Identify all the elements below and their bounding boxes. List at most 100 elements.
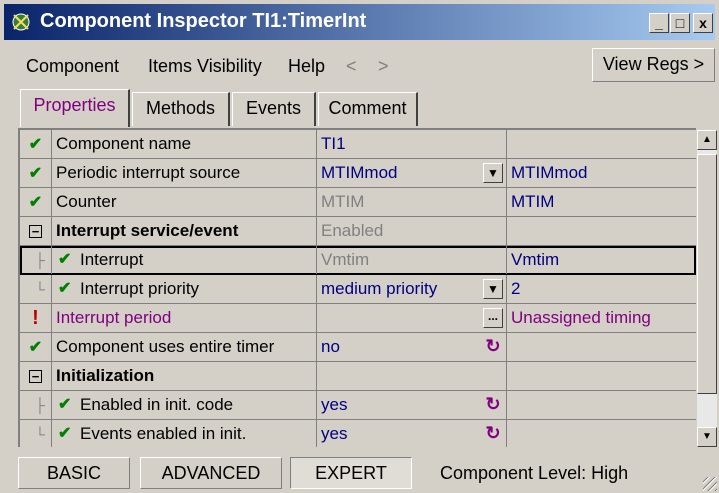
scroll-thumb[interactable] — [697, 154, 717, 394]
property-row[interactable]: └ ✔ Interrupt priority medium priority ▼… — [20, 275, 696, 304]
property-extra: MTIMmod — [511, 163, 588, 182]
property-row[interactable]: ✔ Component name TI1 — [20, 130, 696, 159]
nav-forward-button[interactable]: > — [378, 56, 389, 77]
check-icon: ✔ — [58, 425, 72, 442]
property-name: Counter — [52, 188, 317, 216]
property-extra: Unassigned timing — [511, 308, 651, 327]
window-title: Component Inspector TI1:TimerInt — [40, 10, 367, 32]
property-value[interactable]: TI1 — [317, 130, 507, 158]
dropdown-arrow-icon[interactable]: ▼ — [483, 279, 503, 299]
toggle-value-icon[interactable]: ↻ — [483, 395, 503, 415]
property-extra: 2 — [511, 279, 521, 298]
status-cell[interactable]: − — [20, 217, 52, 245]
menu-bar: Component Items Visibility Help < > View… — [0, 44, 719, 86]
status-cell: ✔ — [20, 130, 52, 158]
scroll-down-button[interactable]: ▼ — [697, 427, 717, 447]
tab-events[interactable]: Events — [232, 92, 316, 126]
status-cell: ✔ — [20, 159, 52, 187]
property-name: Interrupt service/event — [52, 217, 317, 245]
check-icon: ✔ — [28, 136, 43, 153]
property-name: ✔ Enabled in init. code — [52, 391, 317, 419]
property-value[interactable]: yes ↻ — [317, 391, 507, 419]
property-name-text: Interrupt — [80, 250, 144, 269]
scroll-up-button[interactable]: ▲ — [697, 130, 717, 150]
maximize-button[interactable]: □ — [670, 13, 690, 33]
property-extra — [507, 217, 696, 245]
property-name-text: Events enabled in init. — [80, 424, 247, 443]
tab-methods[interactable]: Methods — [132, 92, 230, 126]
menu-help[interactable]: Help — [288, 56, 325, 77]
status-cell: ├ — [20, 391, 52, 419]
status-cell: └ — [20, 275, 52, 303]
property-row[interactable]: ✔ Counter MTIM MTIM — [20, 188, 696, 217]
view-regs-button[interactable]: View Regs > — [592, 48, 715, 82]
property-row[interactable]: ✔ Periodic interrupt source MTIMmod ▼ MT… — [20, 159, 696, 188]
check-icon: ✔ — [28, 194, 43, 211]
property-group-row[interactable]: − Initialization — [20, 362, 696, 391]
property-name: Interrupt period — [52, 304, 317, 332]
toggle-value-icon[interactable]: ↻ — [483, 424, 503, 444]
vertical-scrollbar[interactable]: ▲ ▼ — [697, 130, 717, 447]
property-extra — [507, 362, 696, 390]
property-name: ✔ Events enabled in init. — [52, 420, 317, 447]
tab-methods-label: Methods — [145, 98, 216, 118]
property-name: Periodic interrupt source — [52, 159, 317, 187]
status-cell[interactable]: − — [20, 362, 52, 390]
level-bar: BASIC ADVANCED EXPERT Component Level: H… — [0, 451, 719, 493]
check-icon: ✔ — [58, 396, 72, 413]
property-value-text: no — [321, 337, 340, 356]
title-bar[interactable]: Component Inspector TI1:TimerInt _ □ x — [4, 4, 715, 40]
ellipsis-button[interactable]: ... — [483, 308, 503, 328]
component-level-status: Component Level: High — [440, 463, 629, 483]
property-row[interactable]: ├ ✔ Interrupt Vmtim Vmtim — [20, 246, 696, 275]
property-name: Initialization — [52, 362, 317, 390]
property-value[interactable]: ... — [317, 304, 507, 332]
property-value[interactable]: yes ↻ — [317, 420, 507, 447]
property-row[interactable]: ✔ Component uses entire timer no ↻ — [20, 333, 696, 362]
property-row[interactable]: ├ ✔ Enabled in init. code yes ↻ — [20, 391, 696, 420]
properties-grid: ✔ Component name TI1 ✔ Periodic interrup… — [18, 128, 696, 447]
property-value[interactable]: no ↻ — [317, 333, 507, 361]
component-app-icon — [12, 13, 30, 31]
menu-items-visibility[interactable]: Items Visibility — [148, 56, 262, 77]
property-row[interactable]: └ ✔ Events enabled in init. yes ↻ — [20, 420, 696, 447]
toggle-value-icon[interactable]: ↻ — [483, 337, 503, 357]
property-name: Component uses entire timer — [52, 333, 317, 361]
property-value: Enabled — [317, 217, 507, 245]
property-name-text: Enabled in init. code — [80, 395, 234, 414]
menu-component[interactable]: Component — [26, 56, 119, 77]
error-icon: ! — [32, 307, 39, 329]
property-group-row[interactable]: − Interrupt service/event Enabled — [20, 217, 696, 246]
property-row[interactable]: ! Interrupt period ... Unassigned timing — [20, 304, 696, 333]
expert-level-button[interactable]: EXPERT — [290, 457, 412, 489]
check-icon: ✔ — [28, 165, 43, 182]
tab-events-label: Events — [245, 98, 302, 118]
tree-line-icon: ├ — [35, 252, 45, 268]
property-value-text: medium priority — [321, 279, 438, 298]
close-button[interactable]: x — [693, 13, 713, 33]
tab-comment-label: Comment — [328, 98, 407, 118]
property-extra: Vmtim — [511, 250, 560, 269]
property-name: Component name — [52, 130, 317, 158]
component-inspector-window: Component Inspector TI1:TimerInt _ □ x C… — [0, 0, 719, 493]
property-name: ✔ Interrupt — [52, 246, 317, 274]
collapse-icon[interactable]: − — [29, 225, 42, 239]
property-name-text: Interrupt priority — [80, 279, 200, 298]
tab-properties-label: Properties — [33, 95, 116, 115]
minimize-button[interactable]: _ — [649, 13, 669, 33]
status-cell: ├ — [20, 246, 52, 274]
check-icon: ✔ — [28, 339, 43, 356]
collapse-icon[interactable]: − — [29, 370, 42, 384]
nav-back-button[interactable]: < — [346, 56, 357, 77]
advanced-level-button[interactable]: ADVANCED — [140, 457, 282, 489]
basic-level-button[interactable]: BASIC — [18, 457, 130, 489]
resize-grip-icon[interactable] — [703, 477, 717, 491]
tab-properties[interactable]: Properties — [20, 89, 130, 127]
property-value[interactable]: MTIMmod ▼ — [317, 159, 507, 187]
property-value[interactable]: medium priority ▼ — [317, 275, 507, 303]
dropdown-arrow-icon[interactable]: ▼ — [483, 163, 503, 183]
property-extra — [507, 420, 696, 447]
property-value-text: yes — [321, 395, 348, 414]
tab-comment[interactable]: Comment — [318, 92, 418, 126]
property-extra — [507, 391, 696, 419]
